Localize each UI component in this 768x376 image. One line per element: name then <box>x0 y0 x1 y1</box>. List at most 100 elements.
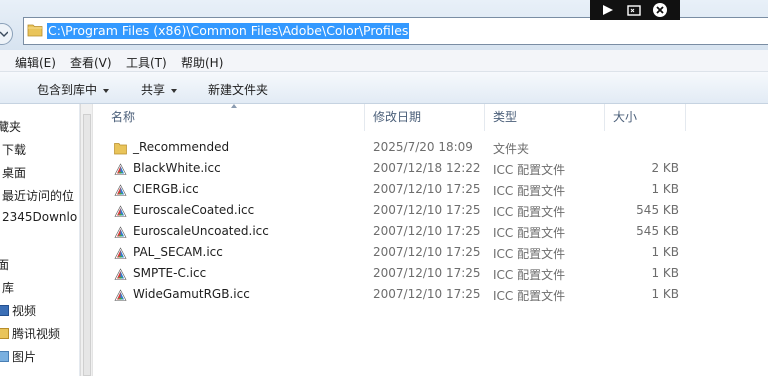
nav-item-label: 桌面 <box>2 166 27 180</box>
file-type: ICC 配置文件 <box>493 184 566 198</box>
nav-item-label: 视频 <box>12 304 37 318</box>
picture-library-icon <box>0 351 9 362</box>
file-row[interactable]: EuroscaleUncoated.icc 2007/12/10 17:25 I… <box>93 222 768 243</box>
menu-edit[interactable]: 编辑(E) <box>15 54 56 71</box>
chevron-down-icon <box>0 31 8 37</box>
nav-item-pictures[interactable]: 图片 <box>0 348 36 365</box>
new-folder-button[interactable]: 新建文件夹 <box>208 81 268 98</box>
folder-icon <box>114 143 127 155</box>
nav-item-desktop-root[interactable]: 面 <box>0 256 9 273</box>
pin-icon[interactable] <box>600 2 616 18</box>
nav-item-label: 最近访问的位 <box>2 189 75 203</box>
nav-item-label: 藏夹 <box>0 120 22 134</box>
file-size: 1 KB <box>651 182 679 196</box>
file-name: _Recommended <box>133 140 230 154</box>
include-in-library-label: 包含到库中 <box>37 83 98 97</box>
nav-item-desktop[interactable]: 桌面 <box>2 164 26 181</box>
file-date: 2007/12/10 17:25 <box>373 224 481 238</box>
dropdown-arrow-icon <box>103 88 110 93</box>
nav-item-videos[interactable]: 视频 <box>0 302 36 319</box>
menu-bar: 编辑(E) 查看(V) 工具(T) 帮助(H) <box>0 50 768 72</box>
dropdown-arrow-icon <box>171 88 178 93</box>
nav-item-label: 面 <box>0 258 10 272</box>
file-type: ICC 配置文件 <box>493 268 566 282</box>
address-toolbar: C:\Program Files (x86)\Common Files\Adob… <box>0 0 768 50</box>
nav-item-label: 腾讯视频 <box>12 327 61 341</box>
back-button[interactable] <box>0 23 13 45</box>
icc-file-icon <box>114 205 127 217</box>
icc-file-icon <box>114 226 127 238</box>
file-size: 1 KB <box>651 266 679 280</box>
menu-tools[interactable]: 工具(T) <box>126 54 167 71</box>
column-header-name[interactable]: 名称 <box>103 104 365 131</box>
column-header-size[interactable]: 大小 <box>605 104 686 131</box>
file-size: 545 KB <box>636 224 679 238</box>
file-date: 2007/12/10 17:25 <box>373 203 481 217</box>
file-list: 名称 修改日期 类型 大小 _Recommended 2025/7/20 18:… <box>93 104 768 376</box>
file-size: 1 KB <box>651 245 679 259</box>
column-header-type[interactable]: 类型 <box>485 104 605 131</box>
icc-file-icon <box>114 289 127 301</box>
file-name: WideGamutRGB.icc <box>133 287 250 301</box>
include-in-library-button[interactable]: 包含到库中 <box>37 81 110 98</box>
file-name: BlackWhite.icc <box>133 161 221 175</box>
menu-view[interactable]: 查看(V) <box>70 54 112 71</box>
nav-pane-scrollbar[interactable] <box>80 104 93 376</box>
nav-item-recent-places[interactable]: 最近访问的位 <box>2 187 74 204</box>
file-name: EuroscaleUncoated.icc <box>133 224 269 238</box>
file-name: PAL_SECAM.icc <box>133 245 223 259</box>
nav-item-2345downloads[interactable]: 2345Downlo <box>2 210 77 224</box>
file-date: 2007/12/10 17:25 <box>373 266 481 280</box>
icc-file-icon <box>114 268 127 280</box>
file-row[interactable]: PAL_SECAM.icc 2007/12/10 17:25 ICC 配置文件 … <box>93 243 768 264</box>
file-name: SMPTE-C.icc <box>133 266 207 280</box>
file-type: ICC 配置文件 <box>493 247 566 261</box>
file-type: ICC 配置文件 <box>493 226 566 240</box>
file-row[interactable]: WideGamutRGB.icc 2007/12/10 17:25 ICC 配置… <box>93 285 768 306</box>
nav-item-libraries[interactable]: 库 <box>2 279 14 296</box>
file-size: 1 KB <box>651 287 679 301</box>
file-row[interactable]: CIERGB.icc 2007/12/10 17:25 ICC 配置文件 1 K… <box>93 180 768 201</box>
column-header-row: 名称 修改日期 类型 大小 <box>93 104 768 131</box>
file-row[interactable]: BlackWhite.icc 2007/12/18 12:22 ICC 配置文件… <box>93 159 768 180</box>
column-header-date[interactable]: 修改日期 <box>365 104 485 131</box>
folder-icon <box>27 24 43 37</box>
nav-item-downloads[interactable]: 下载 <box>2 141 26 158</box>
file-row[interactable]: _Recommended 2025/7/20 18:09 文件夹 <box>93 138 768 159</box>
share-label: 共享 <box>141 83 166 97</box>
nav-item-label: 2345Downlo <box>2 210 78 224</box>
file-row[interactable]: EuroscaleCoated.icc 2007/12/10 17:25 ICC… <box>93 201 768 222</box>
share-button[interactable]: 共享 <box>141 81 178 98</box>
file-date: 2007/12/10 17:25 <box>373 287 481 301</box>
file-name: CIERGB.icc <box>133 182 199 196</box>
icc-file-icon <box>114 247 127 259</box>
navigation-pane: 藏夹 下载 桌面 最近访问的位 2345Downlo 面 库 视频 腾讯视频 图… <box>0 104 80 376</box>
file-size: 2 KB <box>651 161 679 175</box>
file-row[interactable]: SMPTE-C.icc 2007/12/10 17:25 ICC 配置文件 1 … <box>93 264 768 285</box>
video-library-icon <box>0 305 9 316</box>
nav-item-tencent-video[interactable]: 腾讯视频 <box>0 325 60 342</box>
window-controls <box>590 0 680 20</box>
restore-icon[interactable] <box>626 2 642 18</box>
file-date: 2007/12/10 17:25 <box>373 182 481 196</box>
folder-icon <box>0 328 9 339</box>
nav-item-label: 图片 <box>12 350 37 364</box>
icc-file-icon <box>114 184 127 196</box>
file-date: 2025/7/20 18:09 <box>373 140 473 154</box>
file-name: EuroscaleCoated.icc <box>133 203 255 217</box>
nav-item-label: 库 <box>2 281 15 295</box>
menu-help[interactable]: 帮助(H) <box>181 54 223 71</box>
file-type: ICC 配置文件 <box>493 289 566 303</box>
scrollbar-thumb[interactable] <box>83 114 91 376</box>
close-icon[interactable] <box>652 2 668 18</box>
file-size: 545 KB <box>636 203 679 217</box>
icc-file-icon <box>114 163 127 175</box>
file-type: 文件夹 <box>493 142 530 156</box>
address-path[interactable]: C:\Program Files (x86)\Common Files\Adob… <box>47 23 410 39</box>
nav-item-label: 下载 <box>2 143 27 157</box>
file-type: ICC 配置文件 <box>493 163 566 177</box>
nav-item-favorites[interactable]: 藏夹 <box>0 118 21 135</box>
address-bar[interactable]: C:\Program Files (x86)\Common Files\Adob… <box>23 17 768 45</box>
file-date: 2007/12/18 12:22 <box>373 161 481 175</box>
file-type: ICC 配置文件 <box>493 205 566 219</box>
